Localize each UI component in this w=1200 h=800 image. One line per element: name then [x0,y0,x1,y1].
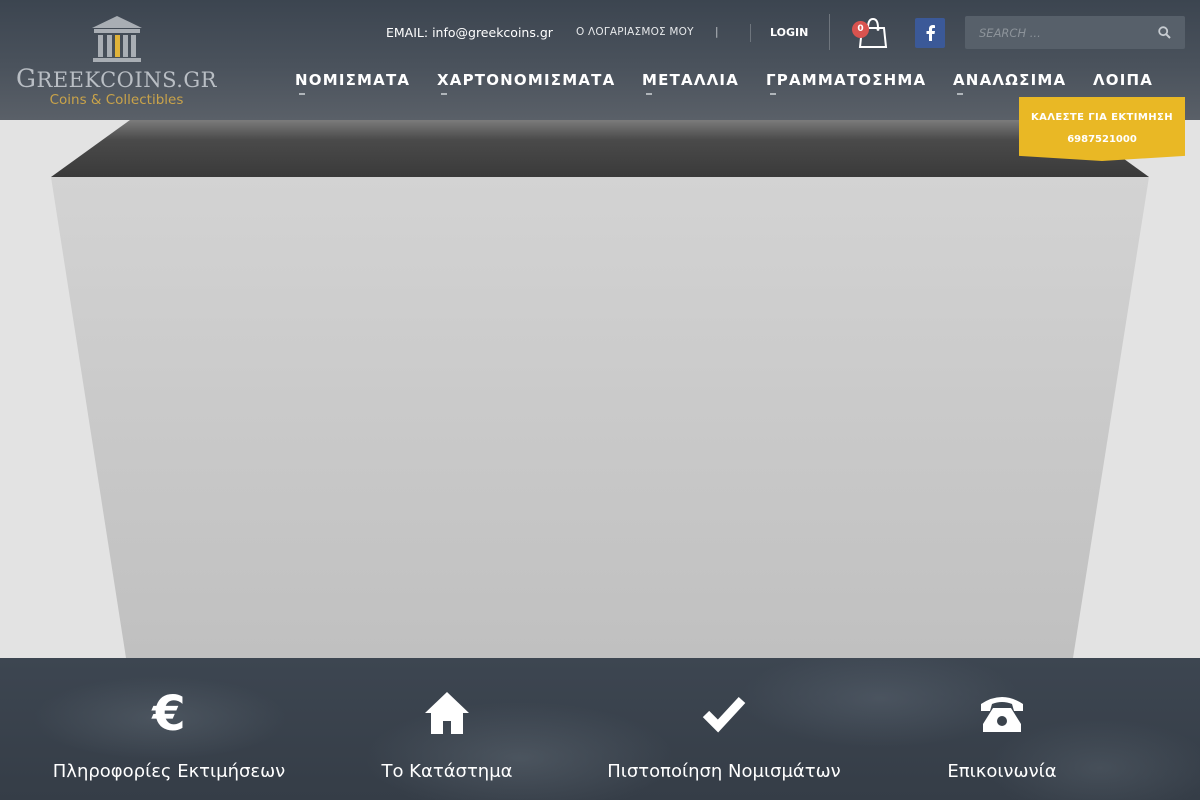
feature-label: Το Κατάστημα [381,761,513,782]
dropdown-indicator-icon [299,93,305,95]
nav-item-supplies[interactable]: ΑΝΑΛΩΣΙΜΑ [953,71,1066,95]
call-for-appraisal-badge[interactable]: ΚΑΛΕΣΤΕ ΓΙΑ ΕΚΤΙΜΗΣΗ 6987521000 [1019,97,1185,161]
topbar-divider [750,24,751,42]
hero-frame [0,120,1200,658]
feature-coin-certification[interactable]: Πιστοποίηση Νομισμάτων [574,658,874,800]
dropdown-indicator-icon [957,93,963,95]
email-link[interactable]: EMAIL: info@greekcoins.gr [386,25,553,40]
checkmark-icon [702,696,746,733]
topbar-divider [829,14,830,50]
site-logo[interactable]: GREEKCOINS.GR Coins & Collectibles [14,12,219,108]
call-badge-title: ΚΑΛΕΣΤΕ ΓΙΑ ΕΚΤΙΜΗΣΗ [1031,112,1173,123]
nav-item-medals[interactable]: ΜΕΤΑΛΛΙΑ [642,71,739,95]
call-badge-phone: 6987521000 [1067,134,1137,145]
my-account-link[interactable]: Ο ΛΟΓΑΡΙΑΣΜΟΣ ΜΟΥ [576,26,694,38]
search-input[interactable] [965,16,1150,49]
temple-logo-icon [92,16,142,62]
feature-store[interactable]: Το Κατάστημα [297,658,597,800]
dropdown-indicator-icon [770,93,776,95]
feature-label: Πιστοποίηση Νομισμάτων [607,761,841,782]
feature-appraisal-info[interactable]: € Πληροφορίες Εκτιμήσεων [19,658,319,800]
cart-button[interactable]: 0 [852,14,891,50]
logo-tagline: Coins & Collectibles [49,92,184,108]
hero-slider-area [0,120,1200,658]
feature-contact[interactable]: Επικοινωνία [852,658,1152,800]
nav-item-banknotes[interactable]: ΧΑΡΤΟΝΟΜΙΣΜΑΤΑ [437,71,615,95]
features-strip: € Πληροφορίες Εκτιμήσεων Το Κατάστημα Πι… [0,658,1200,800]
dropdown-indicator-icon [441,93,447,95]
svg-text:€: € [151,690,185,736]
search-icon[interactable] [1158,26,1171,39]
search-box [965,16,1185,49]
logo-brand-text: GREEKCOINS.GR [16,64,217,93]
nav-item-stamps[interactable]: ΓΡΑΜΜΑΤΟΣΗΜΑ [766,71,926,95]
euro-icon: € [151,690,185,736]
dropdown-indicator-icon [646,93,652,95]
facebook-icon [926,25,935,41]
phone-icon [981,697,1023,732]
home-icon [425,692,469,734]
cart-count-badge: 0 [852,21,869,38]
nav-item-other[interactable]: ΛΟΙΠΑ [1093,71,1153,89]
topbar-separator: | [715,26,719,38]
feature-label: Επικοινωνία [947,761,1057,782]
facebook-button[interactable] [915,18,945,48]
feature-label: Πληροφορίες Εκτιμήσεων [52,761,286,782]
login-link[interactable]: LOGIN [770,26,808,39]
nav-item-coins[interactable]: ΝΟΜΙΣΜΑΤΑ [295,71,410,95]
